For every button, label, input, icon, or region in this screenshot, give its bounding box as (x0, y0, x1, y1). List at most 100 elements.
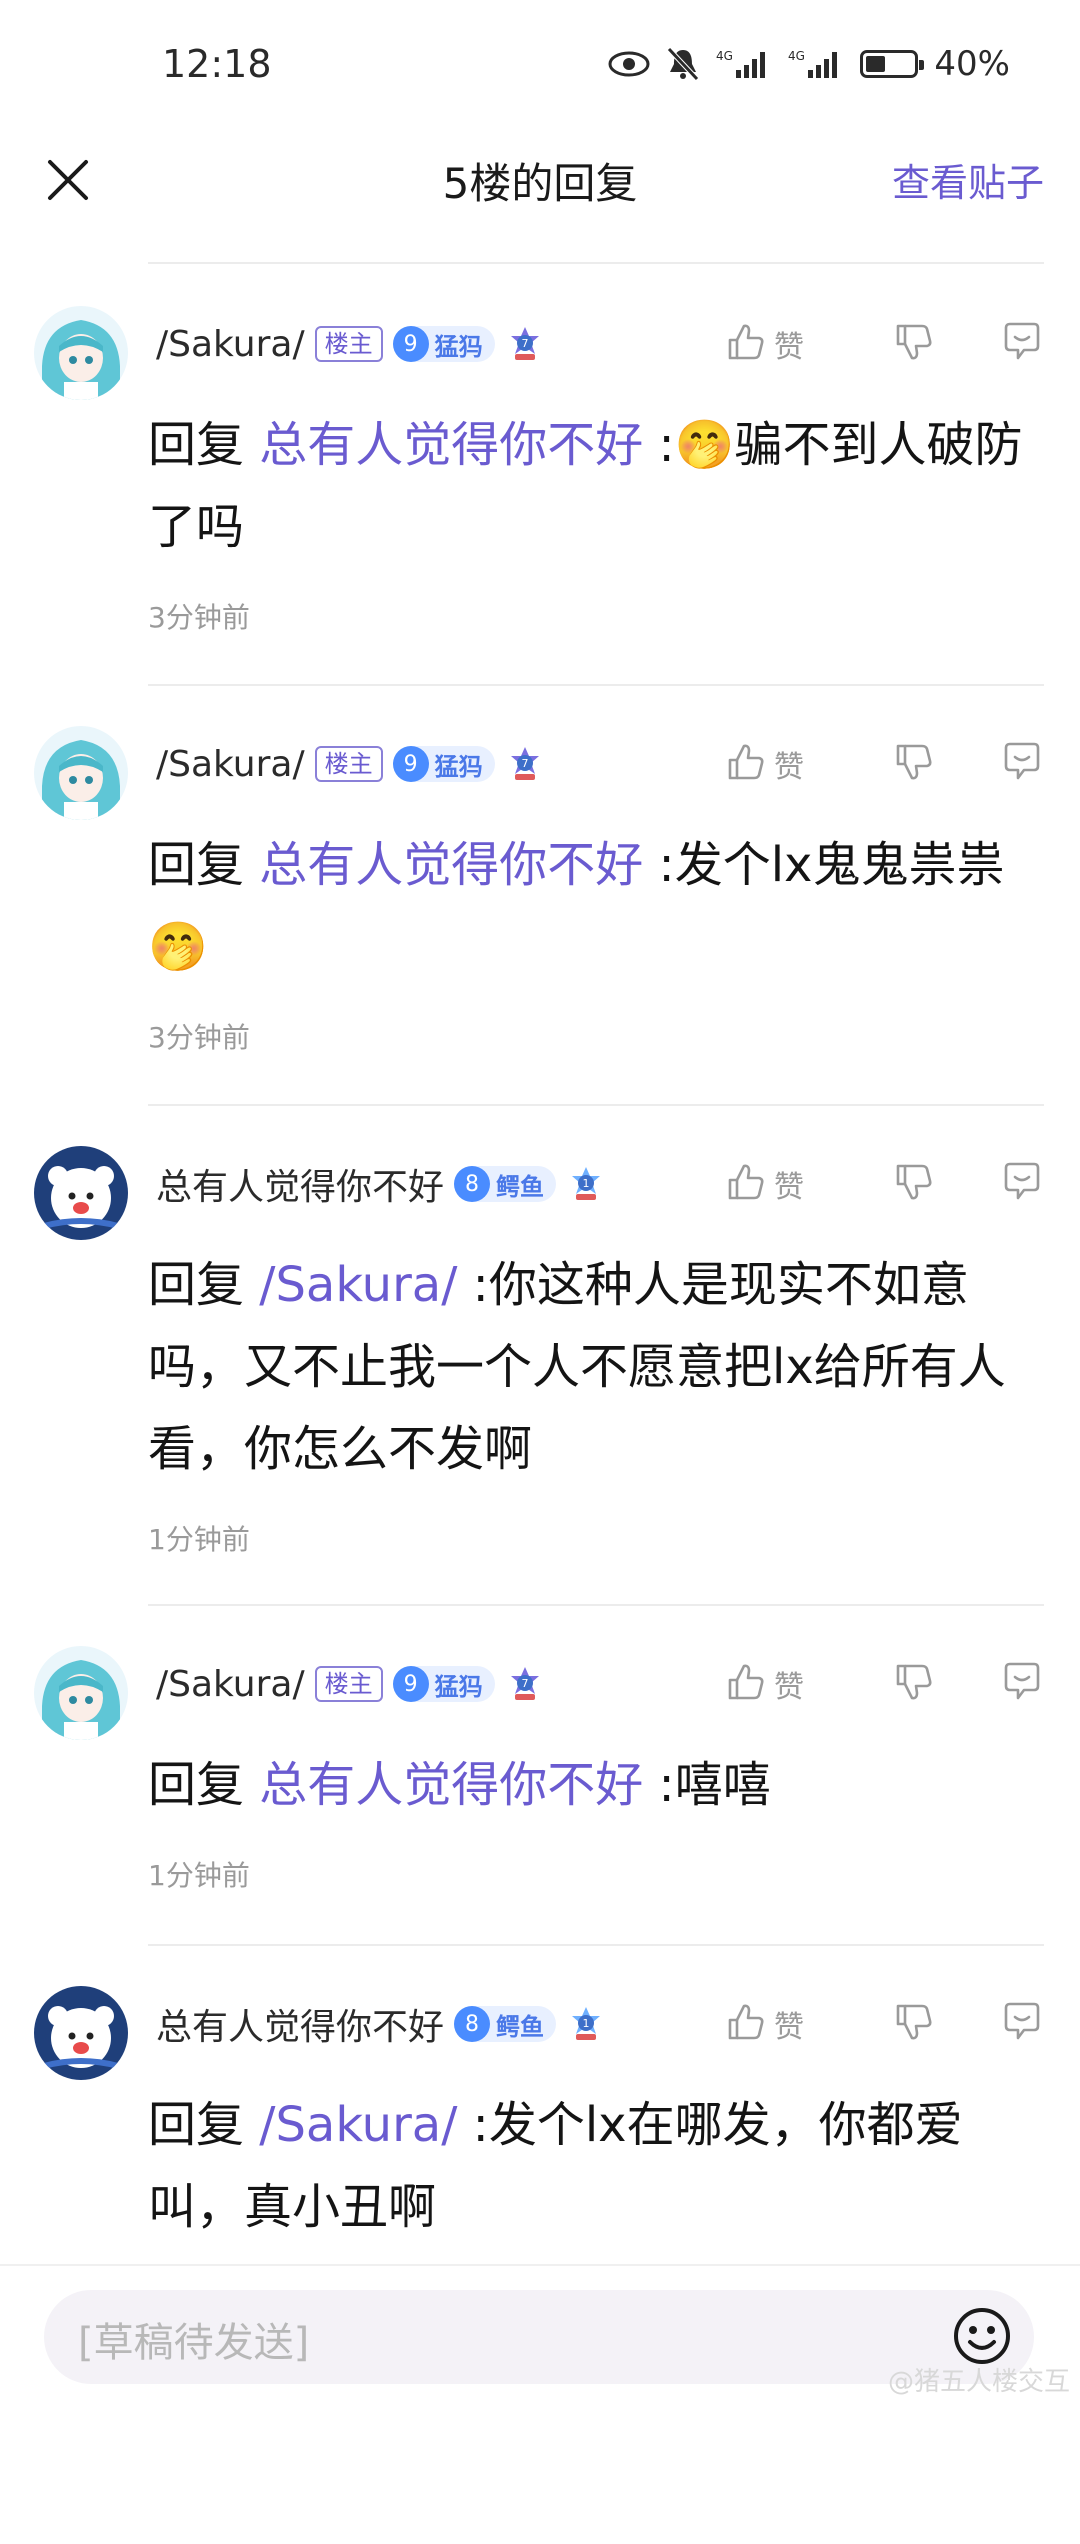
username[interactable]: /Sakura/ (156, 744, 305, 785)
medal-icon: 7 (505, 1664, 545, 1704)
thumbs-down-icon (892, 740, 936, 788)
reply-text: 回复 /Sakura/ :你这种人是现实不如意吗，又不止我一个人不愿意把lx给所… (148, 1244, 1040, 1490)
user-line: /Sakura/ 楼主 9 猛犸 7 (156, 314, 545, 374)
dislike-button[interactable] (864, 740, 964, 788)
svg-text:4G: 4G (716, 49, 733, 63)
reply-item[interactable]: /Sakura/ 楼主 9 猛犸 7 赞 (0, 264, 1080, 684)
dislike-button[interactable] (864, 1660, 964, 1708)
like-label: 赞 (774, 1670, 804, 1705)
level-badge: 9 猛犸 (392, 746, 495, 782)
reply-button[interactable] (964, 320, 1044, 368)
level-number: 9 (392, 1666, 429, 1702)
level-number: 9 (392, 326, 429, 362)
view-post-link[interactable]: 查看贴子 (892, 152, 1044, 207)
header: 5楼的回复 查看贴子 (0, 130, 1080, 260)
reply-button[interactable] (964, 2000, 1044, 2048)
mention-link[interactable]: 总有人觉得你不好 (259, 1757, 643, 1813)
like-button[interactable]: 赞 (724, 320, 864, 368)
mention-link[interactable]: /Sakura/ (259, 1257, 457, 1313)
level-badge: 9 猛犸 (392, 1666, 495, 1702)
svg-text:7: 7 (521, 757, 528, 770)
battery-percent: 40% (934, 44, 1010, 84)
like-label: 赞 (774, 330, 804, 365)
like-button[interactable]: 赞 (724, 740, 864, 788)
like-label: 赞 (774, 750, 804, 785)
avatar[interactable] (34, 306, 128, 400)
reply-item[interactable]: 总有人觉得你不好 8 鳄鱼 1 赞 (0, 1944, 1080, 2544)
thumbs-up-icon (724, 740, 768, 788)
owner-badge: 楼主 (314, 1666, 383, 1702)
svg-text:7: 7 (521, 1677, 528, 1690)
reply-prefix: 回复 (148, 1757, 260, 1813)
like-button[interactable]: 赞 (724, 1660, 864, 1708)
medal-icon: 1 (566, 1164, 606, 1204)
reply-prefix: 回复 (148, 1257, 260, 1313)
reply-input[interactable]: [草稿待发送] (44, 2290, 1034, 2384)
thumbs-down-icon (892, 1160, 936, 1208)
thumbs-up-icon (724, 1160, 768, 1208)
comment-icon (1000, 2000, 1044, 2048)
reply-prefix: 回复 (148, 417, 260, 473)
username[interactable]: /Sakura/ (156, 1664, 305, 1705)
thumbs-up-icon (724, 1660, 768, 1708)
owner-badge: 楼主 (314, 326, 383, 362)
dislike-button[interactable] (864, 2000, 964, 2048)
mention-link[interactable]: 总有人觉得你不好 (259, 837, 643, 893)
bottom-bar: [草稿待发送] @猪五人楼交互 (0, 2264, 1080, 2402)
reply-actions: 赞 (724, 314, 1044, 374)
emoji-icon[interactable] (950, 2304, 1014, 2368)
dislike-button[interactable] (864, 320, 964, 368)
status-time: 12:18 (162, 42, 272, 86)
medal-icon: 7 (505, 744, 545, 784)
reply-time: 1分钟前 (148, 1523, 250, 1556)
medal-icon: 1 (566, 2004, 606, 2044)
mention-link[interactable]: /Sakura/ (259, 2097, 457, 2153)
signal-4g-icon-2: 4G (788, 48, 844, 80)
reply-time: 1分钟前 (148, 1859, 250, 1892)
avatar[interactable] (34, 1646, 128, 1740)
reply-actions: 赞 (724, 1994, 1044, 2054)
watermark: @猪五人楼交互 (887, 2367, 1070, 2397)
level-number: 8 (454, 2006, 491, 2042)
reply-button[interactable] (964, 1160, 1044, 1208)
reply-text: 回复 总有人觉得你不好 :嘻嘻 (148, 1744, 1040, 1826)
svg-text:7: 7 (521, 337, 528, 350)
username[interactable]: /Sakura/ (156, 324, 305, 365)
comment-icon (1000, 320, 1044, 368)
user-line: 总有人觉得你不好 8 鳄鱼 1 (156, 1994, 606, 2054)
reply-button[interactable] (964, 1660, 1044, 1708)
username[interactable]: 总有人觉得你不好 (156, 1998, 444, 2050)
mention-link[interactable]: 总有人觉得你不好 (259, 417, 643, 473)
status-bar: 12:18 4G 4G 40% (0, 0, 1080, 130)
like-button[interactable]: 赞 (724, 2000, 864, 2048)
like-button[interactable]: 赞 (724, 1160, 864, 1208)
dislike-button[interactable] (864, 1160, 964, 1208)
comment-icon (1000, 1160, 1044, 1208)
level-number: 9 (392, 746, 429, 782)
avatar[interactable] (34, 1986, 128, 2080)
reply-prefix: 回复 (148, 837, 260, 893)
thumbs-down-icon (892, 2000, 936, 2048)
avatar[interactable] (34, 726, 128, 820)
user-line: 总有人觉得你不好 8 鳄鱼 1 (156, 1154, 606, 1214)
signal-4g-icon: 4G (716, 48, 772, 80)
reply-body: :嘻嘻 (643, 1757, 771, 1813)
level-badge: 8 鳄鱼 (454, 2006, 557, 2042)
reply-button[interactable] (964, 740, 1044, 788)
reply-item[interactable]: /Sakura/ 楼主 9 猛犸 7 赞 (0, 684, 1080, 1104)
reply-prefix: 回复 (148, 2097, 260, 2153)
level-number: 8 (454, 1166, 491, 1202)
level-name: 猛犸 (434, 1672, 483, 1701)
avatar[interactable] (34, 1146, 128, 1240)
bell-mute-icon (666, 46, 700, 82)
reply-item[interactable]: /Sakura/ 楼主 9 猛犸 7 赞 (0, 1604, 1080, 1944)
level-name: 鳄鱼 (496, 1172, 545, 1201)
comment-icon (1000, 740, 1044, 788)
level-name: 鳄鱼 (496, 2012, 545, 2041)
username[interactable]: 总有人觉得你不好 (156, 1158, 444, 1210)
user-line: /Sakura/ 楼主 9 猛犸 7 (156, 1654, 545, 1714)
level-name: 猛犸 (434, 332, 483, 361)
reply-item[interactable]: 总有人觉得你不好 8 鳄鱼 1 赞 (0, 1104, 1080, 1604)
user-line: /Sakura/ 楼主 9 猛犸 7 (156, 734, 545, 794)
level-name: 猛犸 (434, 752, 483, 781)
